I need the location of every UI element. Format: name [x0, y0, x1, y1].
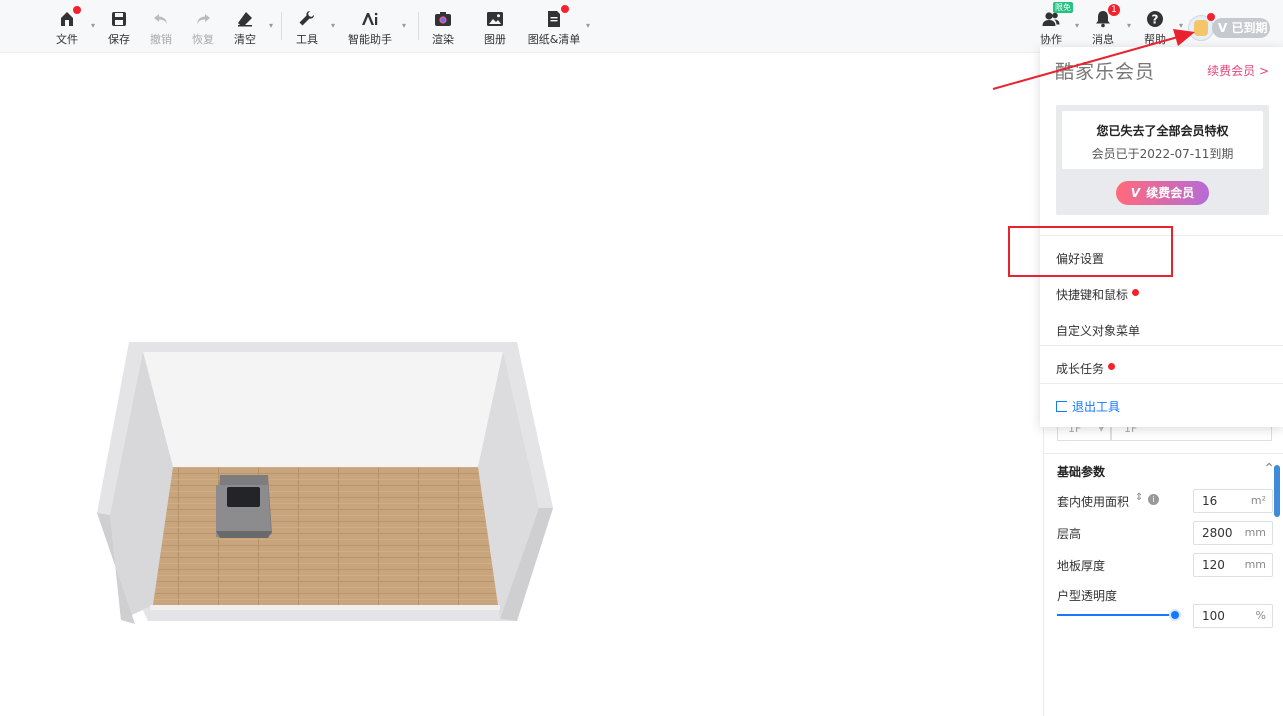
- free-badge: 限免: [1053, 2, 1073, 13]
- save-button[interactable]: 保存: [97, 7, 141, 47]
- room-3d-render: [97, 342, 553, 624]
- armchair-model: [216, 475, 272, 538]
- transparency-slider[interactable]: [1057, 611, 1179, 619]
- redo-label: 恢复: [192, 33, 214, 46]
- membership-lost-title: 您已失去了全部会员特权: [1096, 124, 1229, 138]
- menu-item-shortcuts[interactable]: 快捷键和鼠标: [1056, 286, 1140, 303]
- message-count-badge: 1: [1108, 4, 1120, 16]
- height-input[interactable]: 2800 mm: [1193, 521, 1273, 545]
- transparency-label: 户型透明度: [1057, 589, 1118, 603]
- menu-item-label: 自定义对象菜单: [1056, 324, 1141, 338]
- ai-assistant-button[interactable]: 智能助手 ▾: [342, 7, 406, 47]
- height-label: 层高: [1057, 527, 1082, 541]
- toolbar-divider: [281, 12, 282, 40]
- area-value: 16: [1202, 494, 1218, 508]
- vip-status-badge[interactable]: V 已到期: [1212, 18, 1270, 38]
- chevron-down-icon: ▾: [401, 21, 406, 30]
- clear-button[interactable]: 清空 ▾: [223, 7, 273, 47]
- notification-dot: [561, 5, 569, 13]
- notification-dot: [73, 6, 81, 14]
- image-icon: [485, 9, 505, 29]
- floor-thickness-field: 地板厚度 120 mm: [1057, 553, 1275, 577]
- chevron-down-icon: ▾: [90, 21, 95, 30]
- membership-expired-note: 会员已于2022-07-11到期: [1091, 147, 1234, 161]
- membership-status-card: 您已失去了全部会员特权 会员已于2022-07-11到期 V 续费会员: [1056, 105, 1269, 215]
- area-input[interactable]: 16 m²: [1193, 489, 1273, 513]
- floor-thickness-unit: mm: [1244, 558, 1266, 571]
- renew-membership-button[interactable]: V 续费会员: [1116, 181, 1209, 205]
- renew-button-label: 续费会员: [1146, 186, 1195, 200]
- ai-assistant-label: 智能助手: [348, 33, 392, 46]
- render-button[interactable]: 渲染: [421, 7, 465, 47]
- save-icon: [109, 9, 129, 29]
- file-button[interactable]: 文件 ▾: [45, 6, 95, 47]
- menu-item-label: 快捷键和鼠标: [1056, 288, 1129, 302]
- redo-button[interactable]: 恢复: [181, 7, 225, 47]
- menu-item-growth-tasks[interactable]: 成长任务: [1056, 360, 1116, 377]
- gallery-label: 图册: [484, 33, 506, 46]
- undo-icon: [151, 9, 171, 29]
- height-field: 层高 2800 mm: [1057, 521, 1275, 545]
- undo-button[interactable]: 撤销: [139, 7, 183, 47]
- logout-label: 退出工具: [1072, 400, 1121, 414]
- vip-v-icon: V: [1130, 186, 1141, 200]
- transparency-input[interactable]: 100 %: [1193, 604, 1273, 628]
- info-icon[interactable]: i: [1148, 494, 1159, 505]
- drawings-label: 图纸&清单: [527, 33, 581, 46]
- undo-label: 撤销: [150, 33, 172, 46]
- vip-v-icon: V: [1218, 21, 1228, 35]
- menu-divider: [1040, 345, 1283, 346]
- annotation-arrow-icon: [992, 29, 1195, 90]
- redo-icon: [193, 9, 213, 29]
- vertical-scrollbar[interactable]: [1274, 465, 1280, 517]
- area-label: 套内使用面积: [1057, 495, 1130, 509]
- home-icon: [57, 6, 81, 29]
- sort-toggle-icon[interactable]: ⇕: [1135, 492, 1143, 503]
- basic-params-header[interactable]: 基础参数 ⌃: [1057, 461, 1275, 483]
- slider-handle[interactable]: [1171, 611, 1179, 619]
- annotation-highlight-box: [1008, 226, 1173, 277]
- logout-icon: [1056, 401, 1067, 412]
- area-unit: m²: [1250, 494, 1266, 507]
- eraser-icon: [235, 9, 255, 29]
- toolbar-divider: [418, 12, 419, 40]
- gallery-button[interactable]: 图册: [473, 7, 517, 47]
- vip-status-text: 已到期: [1231, 21, 1268, 35]
- membership-status-inner: 您已失去了全部会员特权 会员已于2022-07-11到期: [1062, 111, 1263, 169]
- section-divider: [1044, 453, 1283, 454]
- renew-membership-link[interactable]: 续费会员 >: [1207, 62, 1269, 79]
- floor-thickness-label: 地板厚度: [1057, 559, 1106, 573]
- area-field: 套内使用面积 ⇕ i 16 m²: [1057, 489, 1275, 513]
- ai-icon: [360, 9, 380, 29]
- tools-button[interactable]: 工具 ▾: [285, 7, 335, 47]
- chevron-down-icon: ▾: [330, 21, 335, 30]
- file-label: 文件: [56, 33, 78, 46]
- drawings-button[interactable]: 图纸&清单 ▾: [526, 5, 590, 47]
- tools-label: 工具: [296, 33, 318, 46]
- menu-item-custom-object-menu[interactable]: 自定义对象菜单: [1056, 322, 1140, 339]
- section-title: 基础参数: [1057, 465, 1106, 479]
- floor-thickness-value: 120: [1202, 558, 1225, 572]
- chevron-down-icon: ▾: [268, 21, 273, 30]
- notification-dot: [1132, 289, 1140, 296]
- transparency-field: 100 %: [1057, 604, 1275, 628]
- wrench-icon: [297, 9, 317, 29]
- logout-button[interactable]: 退出工具: [1056, 398, 1120, 415]
- document-icon: [544, 5, 569, 29]
- transparency-unit: %: [1255, 609, 1266, 622]
- camera-icon: [433, 9, 453, 29]
- render-label: 渲染: [432, 33, 454, 46]
- save-label: 保存: [108, 33, 130, 46]
- notification-dot: [1108, 363, 1116, 370]
- chevron-down-icon: ▾: [585, 21, 590, 30]
- floor-thickness-input[interactable]: 120 mm: [1193, 553, 1273, 577]
- 3d-viewport[interactable]: [0, 53, 1040, 716]
- menu-divider: [1040, 383, 1283, 384]
- transparency-value: 100: [1202, 609, 1225, 623]
- height-unit: mm: [1244, 526, 1266, 539]
- menu-item-label: 成长任务: [1056, 362, 1105, 376]
- height-value: 2800: [1202, 526, 1233, 540]
- clear-label: 清空: [234, 33, 256, 46]
